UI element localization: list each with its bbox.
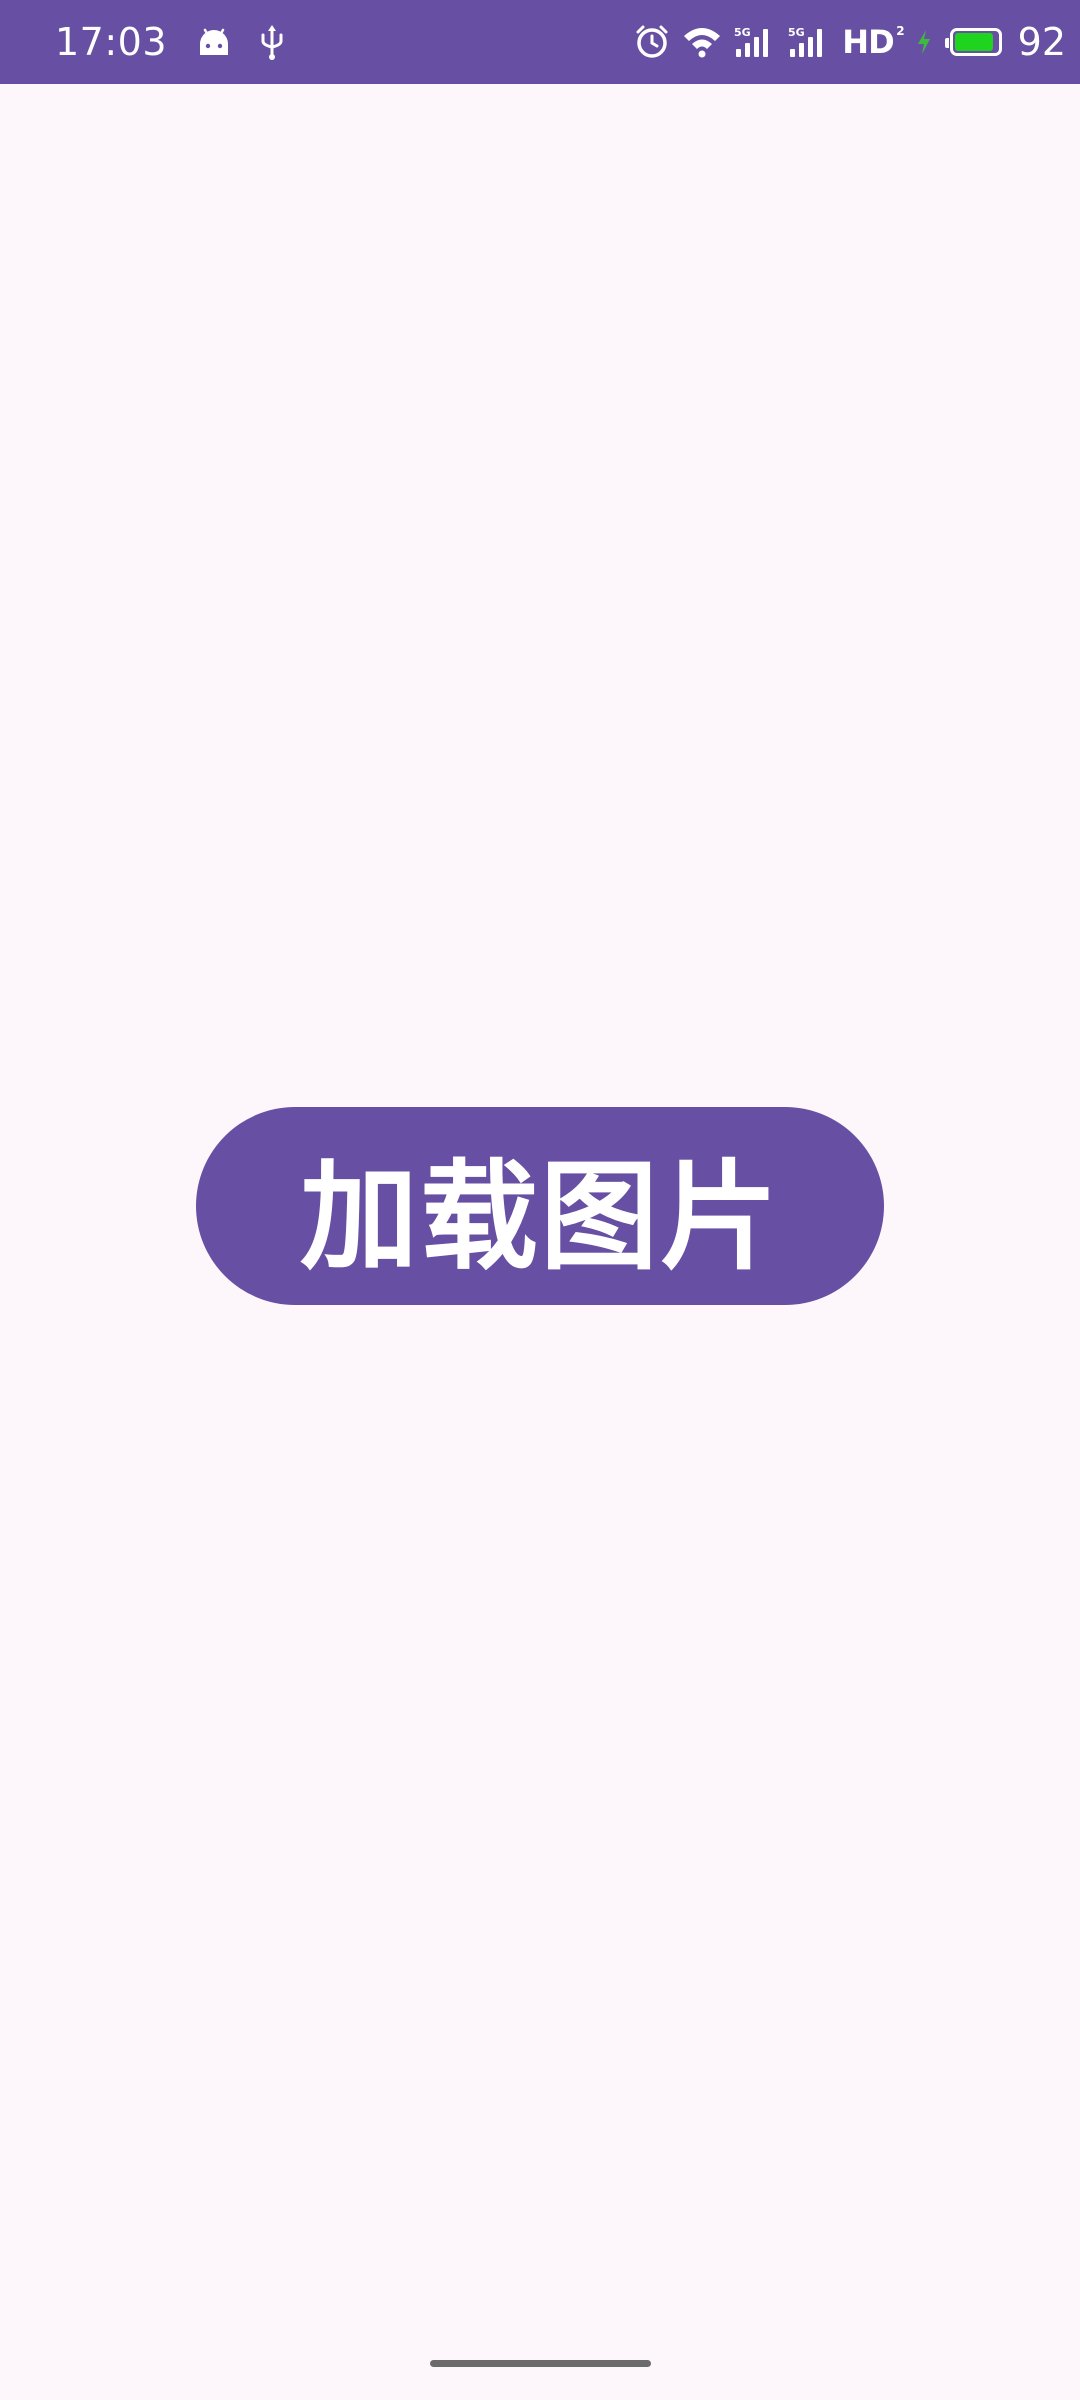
status-right: 5G 5G HD 2 92 bbox=[634, 0, 1066, 84]
signal-5g-icon-1: 5G bbox=[734, 25, 776, 59]
status-bar: 17:03 5G 5G HD 2 92 bbox=[0, 0, 1080, 84]
alarm-icon bbox=[634, 24, 670, 60]
network-label-1: 5G bbox=[734, 26, 751, 39]
battery-percentage: 92 bbox=[1017, 20, 1066, 64]
hd-label: HD bbox=[842, 23, 894, 61]
status-time: 17:03 bbox=[55, 20, 168, 64]
gesture-nav-handle[interactable] bbox=[430, 2360, 651, 2367]
battery-icon bbox=[944, 28, 1002, 56]
usb-icon bbox=[259, 24, 285, 60]
battery-fill bbox=[954, 33, 994, 51]
status-left: 17:03 bbox=[55, 0, 285, 84]
load-image-button[interactable]: 加载图片 bbox=[196, 1107, 884, 1305]
hd-sup: 2 bbox=[896, 24, 904, 38]
hd-voice-indicator: HD 2 bbox=[842, 23, 904, 61]
wifi-icon bbox=[682, 26, 722, 58]
android-icon bbox=[197, 27, 231, 57]
signal-5g-icon-2: 5G bbox=[788, 25, 830, 59]
charging-bolt-icon bbox=[916, 29, 932, 55]
battery-cap bbox=[944, 38, 949, 48]
app-screen: 17:03 5G 5G HD 2 92 加载图片 bbox=[0, 0, 1080, 2400]
network-label-2: 5G bbox=[788, 26, 805, 39]
